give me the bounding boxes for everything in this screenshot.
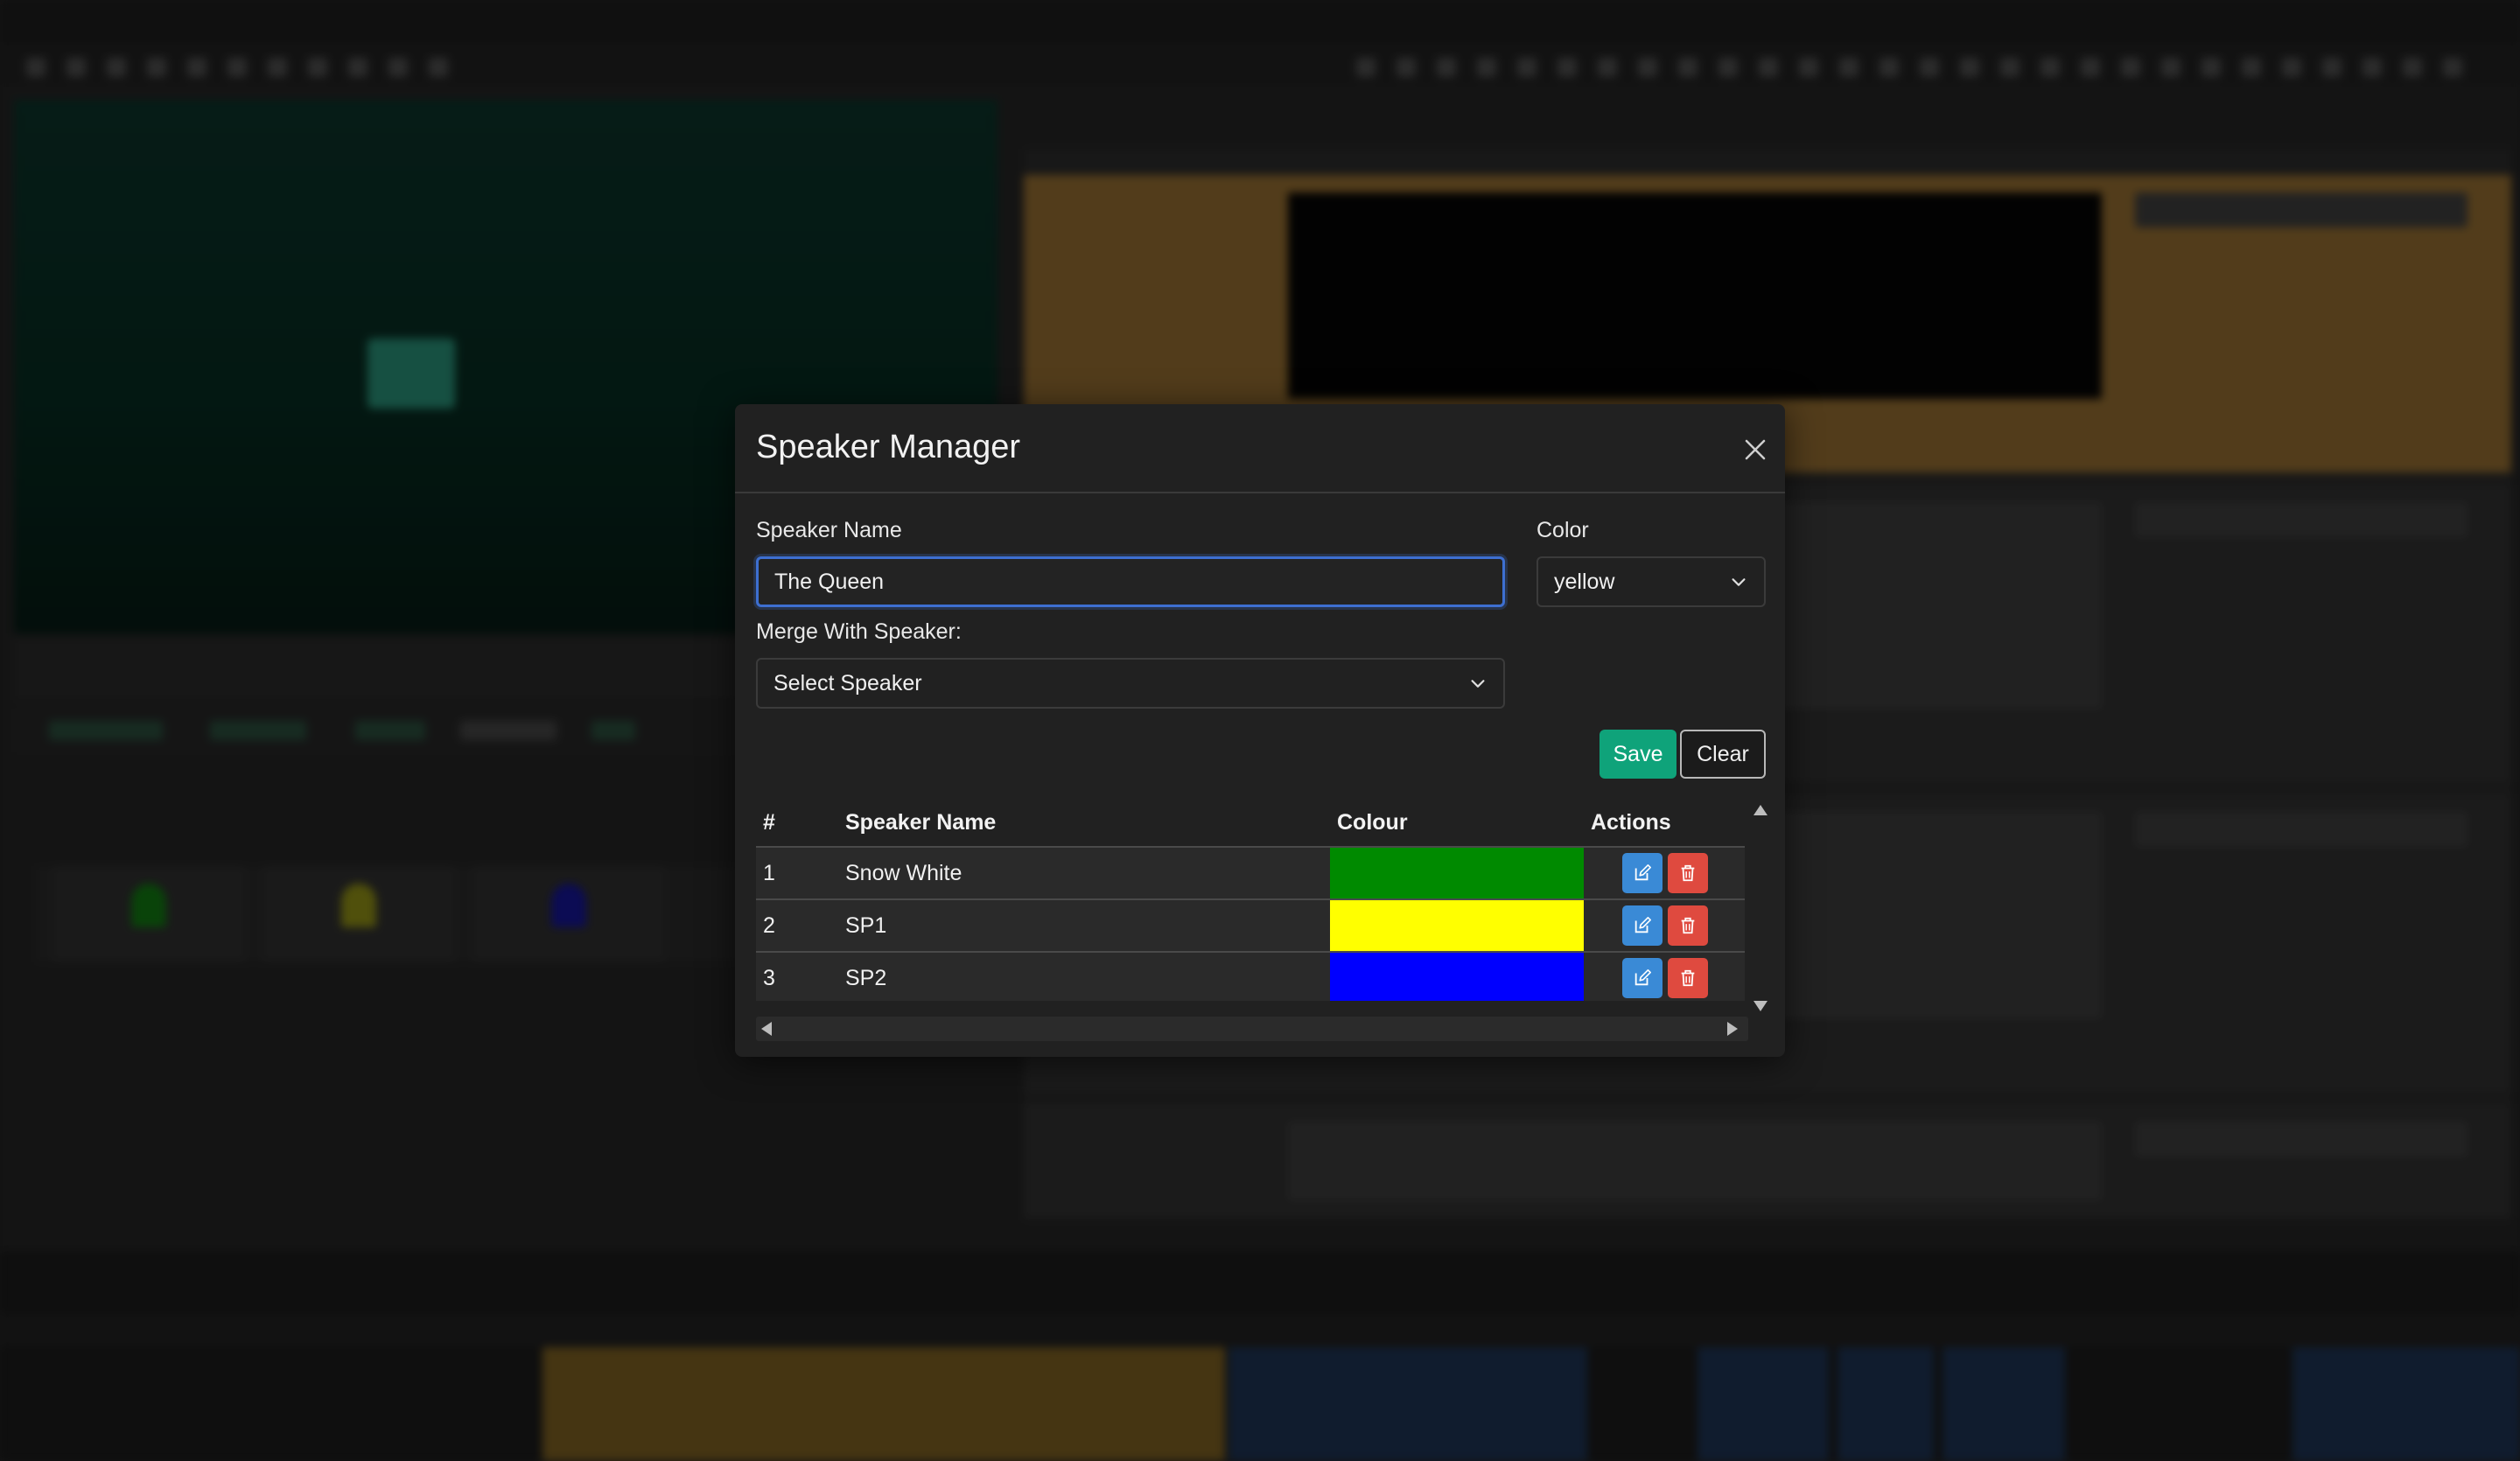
row-number: 3 [756, 952, 838, 1001]
speaker-table-container: # Speaker Name Colour Actions 1 Snow Whi… [756, 800, 1745, 1001]
modal-header: Speaker Manager [735, 404, 1785, 493]
colour-swatch [1330, 848, 1584, 898]
pencil-square-icon [1634, 917, 1651, 933]
scroll-right-icon[interactable] [1727, 1022, 1738, 1036]
row-speaker-name: SP1 [838, 899, 1330, 953]
table-row: 1 Snow White [756, 847, 1745, 900]
row-number: 1 [756, 847, 838, 900]
colour-swatch [1330, 900, 1584, 951]
close-button[interactable] [1738, 432, 1773, 467]
row-colour [1330, 899, 1584, 953]
modal-title: Speaker Manager [756, 429, 1021, 465]
table-row: 3 SP2 [756, 952, 1745, 1001]
delete-button[interactable] [1668, 905, 1708, 946]
scroll-up-icon[interactable] [1754, 805, 1768, 815]
pencil-square-icon [1634, 969, 1651, 986]
table-vertical-scrollbar[interactable] [1748, 800, 1773, 1017]
chevron-down-icon [1732, 578, 1746, 586]
color-label: Color [1536, 518, 1589, 542]
row-colour [1330, 847, 1584, 900]
speaker-name-input[interactable] [756, 556, 1505, 607]
pencil-square-icon [1634, 864, 1651, 881]
clear-button[interactable]: Clear [1680, 730, 1766, 779]
row-actions [1584, 899, 1745, 953]
color-select[interactable]: yellow [1536, 556, 1766, 607]
trash-icon [1681, 864, 1695, 882]
scroll-left-icon[interactable] [761, 1022, 772, 1036]
delete-button[interactable] [1668, 853, 1708, 893]
table-row: 2 SP1 [756, 899, 1745, 953]
row-number: 2 [756, 899, 838, 953]
edit-button[interactable] [1622, 958, 1662, 998]
colour-swatch [1330, 953, 1584, 1001]
table-header-row: # Speaker Name Colour Actions [756, 800, 1745, 848]
scroll-down-icon[interactable] [1754, 1001, 1768, 1011]
row-colour [1330, 952, 1584, 1001]
row-actions [1584, 952, 1745, 1001]
column-header-actions: Actions [1584, 800, 1745, 848]
edit-button[interactable] [1622, 853, 1662, 893]
table-horizontal-scrollbar[interactable] [756, 1017, 1748, 1041]
trash-icon [1681, 969, 1695, 987]
row-speaker-name: Snow White [838, 847, 1330, 900]
color-select-value: yellow [1554, 569, 1615, 594]
close-icon [1745, 439, 1766, 460]
speaker-name-label: Speaker Name [756, 518, 902, 542]
trash-icon [1681, 917, 1695, 934]
chevron-down-icon [1471, 680, 1485, 688]
speaker-manager-modal: Speaker Manager Speaker Name Color yello… [735, 404, 1785, 1057]
column-header-speaker-name: Speaker Name [838, 800, 1330, 848]
row-speaker-name: SP2 [838, 952, 1330, 1001]
column-header-colour: Colour [1330, 800, 1584, 848]
merge-label: Merge With Speaker: [756, 619, 962, 644]
merge-speaker-select[interactable]: Select Speaker [756, 658, 1505, 709]
save-button[interactable]: Save [1600, 730, 1676, 779]
merge-select-value: Select Speaker [774, 670, 922, 696]
row-actions [1584, 847, 1745, 900]
speaker-table: # Speaker Name Colour Actions 1 Snow Whi… [756, 800, 1745, 1001]
edit-button[interactable] [1622, 905, 1662, 946]
delete-button[interactable] [1668, 958, 1708, 998]
column-header-number: # [756, 800, 838, 848]
